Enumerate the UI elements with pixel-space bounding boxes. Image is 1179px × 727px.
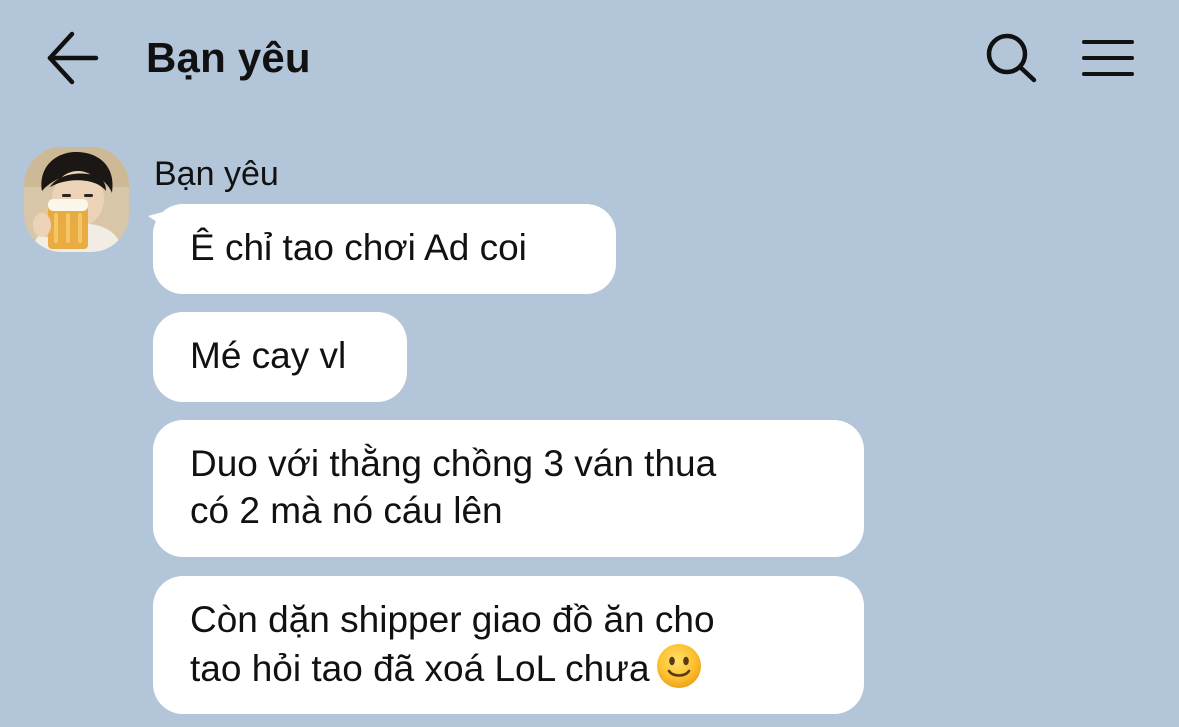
message-text-line: có 2 mà nó cáu lên xyxy=(190,490,503,531)
message-text-line: Ê chỉ tao chơi Ad coi xyxy=(190,227,527,268)
slightly-smiling-face-icon xyxy=(656,644,701,688)
back-button[interactable] xyxy=(40,28,104,88)
search-button[interactable] xyxy=(980,30,1042,88)
message-text-line: Còn dặn shipper giao đồ ăn cho xyxy=(190,599,715,640)
arrow-left-icon xyxy=(47,31,99,85)
message-bubble[interactable]: Ê chỉ tao chơi Ad coi xyxy=(153,204,616,294)
menu-button[interactable] xyxy=(1076,30,1140,88)
message-text-line: Mé cay vl xyxy=(190,335,347,376)
message-bubble[interactable]: Duo với thằng chồng 3 ván thua có 2 mà n… xyxy=(153,420,864,557)
message-bubble[interactable]: Mé cay vl xyxy=(153,312,407,402)
message-bubble[interactable]: Còn dặn shipper giao đồ ăn cho tao hỏi t… xyxy=(153,576,864,714)
message-text-line: Duo với thằng chồng 3 ván thua xyxy=(190,443,717,484)
search-icon xyxy=(986,33,1037,83)
message-text-span: tao hỏi tao đã xoá LoL chưa xyxy=(190,648,650,689)
sender-name: Bạn yêu xyxy=(154,155,279,193)
sender-avatar[interactable] xyxy=(24,147,129,252)
chat-title: Bạn yêu xyxy=(146,34,311,81)
hamburger-menu-icon xyxy=(1082,40,1134,76)
user-avatar-photo xyxy=(24,147,129,252)
message-text-line: tao hỏi tao đã xoá LoL chưa xyxy=(190,643,827,692)
chat-header: Bạn yêu xyxy=(0,0,1179,118)
